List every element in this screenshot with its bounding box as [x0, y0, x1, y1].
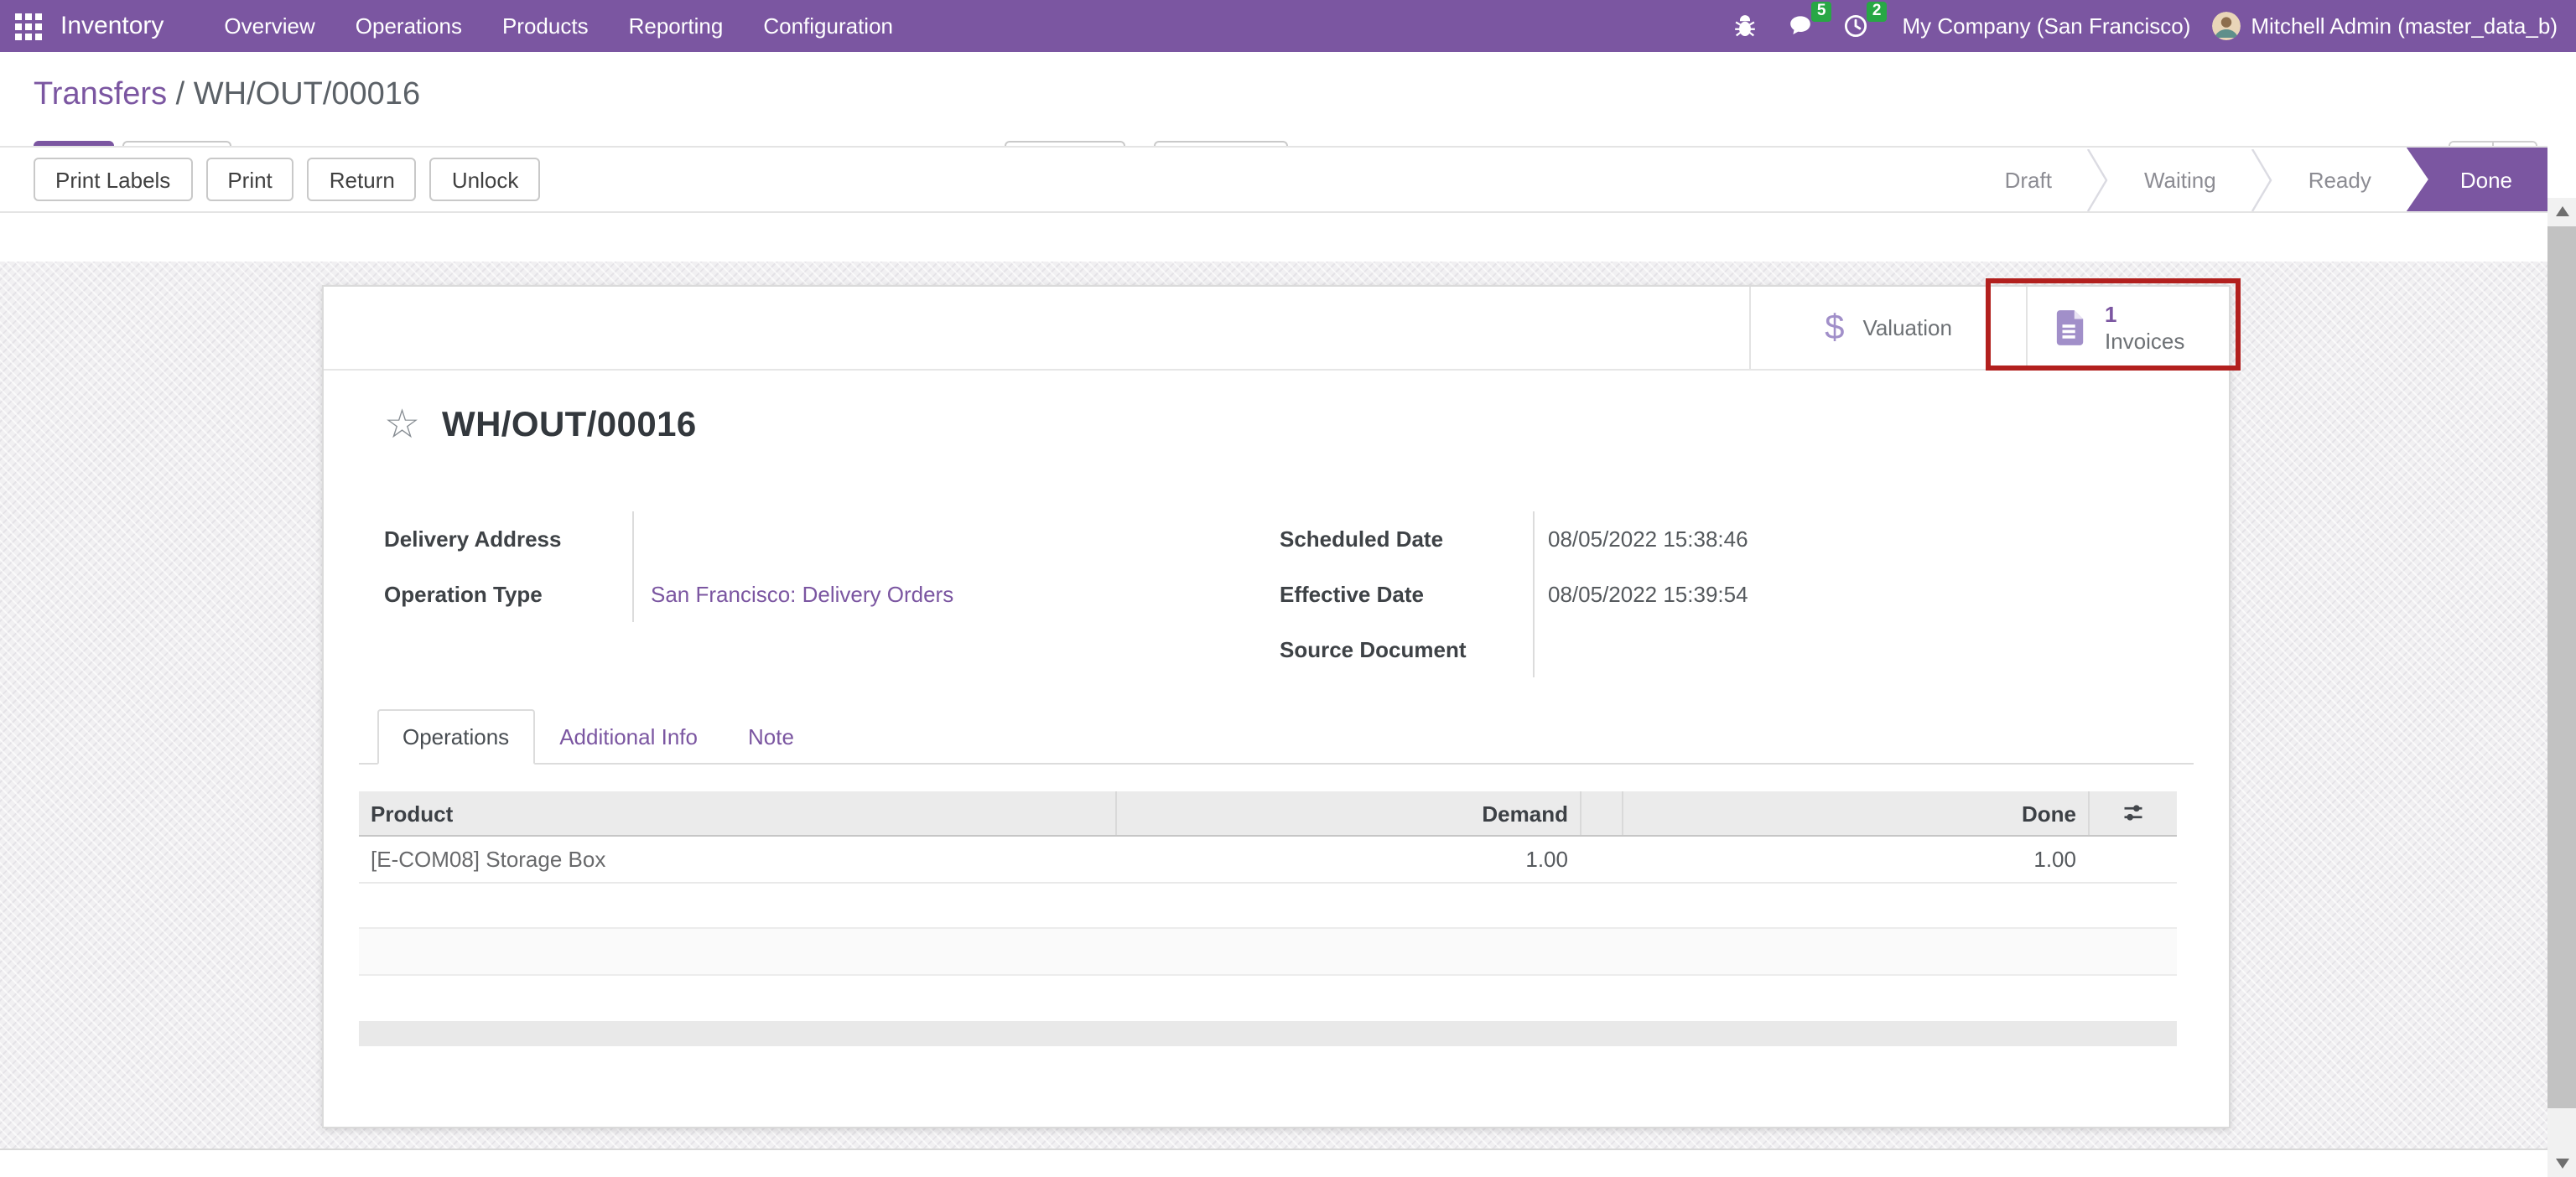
- optional-columns-sliders-icon[interactable]: [2088, 791, 2177, 835]
- top-navbar: Inventory Overview Operations Products R…: [0, 0, 2576, 52]
- form-sheet: $ Valuation 1: [322, 285, 2231, 1128]
- tab-strip: Operations Additional Info Note: [359, 709, 2194, 765]
- tab-note[interactable]: Note: [723, 709, 819, 765]
- record-title-row: ☆ WH/OUT/00016: [384, 406, 697, 446]
- stage-done-active[interactable]: Done: [2407, 148, 2547, 211]
- record-title: WH/OUT/00016: [442, 406, 697, 446]
- favorite-star-icon[interactable]: ☆: [384, 406, 420, 446]
- empty-list-row: [359, 884, 2177, 929]
- table-row[interactable]: [E-COM08] Storage Box 1.00 1.00: [359, 837, 2177, 884]
- notebook: Operations Additional Info Note Product …: [359, 709, 2194, 1046]
- user-menu[interactable]: Mitchell Admin (master_data_b): [2209, 0, 2576, 52]
- user-name: Mitchell Admin (master_data_b): [2251, 13, 2558, 39]
- valuation-label: Valuation: [1862, 315, 1952, 340]
- app-name-menu[interactable]: Inventory: [60, 12, 164, 40]
- effective-date-value: 08/05/2022 15:39:54: [1533, 567, 2034, 622]
- cell-demand: 1.00: [1115, 837, 1580, 882]
- field-row-scheduled-date: Scheduled Date 08/05/2022 15:38:46: [1280, 511, 2034, 567]
- menu-reporting[interactable]: Reporting: [609, 0, 744, 52]
- field-group-left: Delivery Address Operation Type San Fran…: [384, 511, 1239, 622]
- statusbar: Draft Waiting Ready Done: [1970, 148, 2547, 211]
- activities-clock-icon[interactable]: 2: [1828, 0, 1883, 52]
- column-header-product[interactable]: Product: [359, 791, 1115, 835]
- breadcrumb-parent-link[interactable]: Transfers: [34, 77, 167, 112]
- operations-list: Product Demand Done [E-COM08] Storage Bo…: [359, 791, 2177, 1046]
- field-label: Scheduled Date: [1280, 526, 1533, 552]
- bottom-strip: [0, 1148, 2547, 1177]
- stage-separator-icon: [2251, 148, 2273, 211]
- field-row-operation-type: Operation Type San Francisco: Delivery O…: [384, 567, 1239, 622]
- scrollbar-thumb[interactable]: [2547, 226, 2576, 1108]
- column-header-done[interactable]: Done: [1622, 791, 2088, 835]
- cell-icon-spacer: [2088, 837, 2177, 882]
- scrollbar-up-arrow[interactable]: [2547, 198, 2576, 225]
- vertical-scrollbar[interactable]: [2547, 198, 2576, 1177]
- form-statusbar-row: Print Labels Print Return Unlock Draft W…: [0, 146, 2547, 213]
- return-button[interactable]: Return: [308, 158, 417, 201]
- company-switcher[interactable]: My Company (San Francisco): [1883, 0, 2209, 52]
- print-document-button[interactable]: Print: [205, 158, 293, 201]
- workflow-buttons: Print Labels Print Return Unlock: [34, 158, 540, 201]
- menu-overview[interactable]: Overview: [204, 0, 335, 52]
- field-row-source-document: Source Document: [1280, 622, 2034, 677]
- tab-additional-info[interactable]: Additional Info: [534, 709, 723, 765]
- breadcrumb-separator: /: [176, 77, 185, 112]
- list-header-row: Product Demand Done: [359, 791, 2177, 837]
- annotation-highlight-rectangle: [1986, 278, 2241, 371]
- field-label: Delivery Address: [384, 526, 632, 552]
- list-bottom-bar: [359, 1021, 2177, 1046]
- menu-products[interactable]: Products: [482, 0, 609, 52]
- tab-operations[interactable]: Operations: [377, 709, 534, 765]
- menu-operations[interactable]: Operations: [335, 0, 482, 52]
- dollar-icon: $: [1825, 308, 1844, 348]
- empty-list-row-striped: [359, 929, 2177, 976]
- breadcrumb: Transfers / WH/OUT/00016: [34, 77, 420, 114]
- field-group-right: Scheduled Date 08/05/2022 15:38:46 Effec…: [1280, 511, 2034, 677]
- scrollbar-down-arrow[interactable]: [2547, 1150, 2576, 1177]
- cell-blank: [1580, 837, 1622, 882]
- source-document-value: [1533, 622, 2034, 677]
- field-label: Effective Date: [1280, 582, 1533, 607]
- apps-menu-icon[interactable]: [0, 0, 57, 52]
- button-box-divider: [324, 369, 2229, 371]
- column-header-blank: [1580, 791, 1622, 835]
- app-window: Inventory Overview Operations Products R…: [0, 0, 2576, 1177]
- stage-separator-icon: [2087, 148, 2109, 211]
- field-label: Source Document: [1280, 637, 1533, 662]
- menu-configuration[interactable]: Configuration: [743, 0, 913, 52]
- breadcrumb-current: WH/OUT/00016: [194, 77, 420, 112]
- activities-badge: 2: [1867, 2, 1888, 22]
- column-header-demand[interactable]: Demand: [1115, 791, 1580, 835]
- content-background: $ Valuation 1: [0, 262, 2547, 1148]
- operation-type-link[interactable]: San Francisco: Delivery Orders: [651, 582, 953, 607]
- systray: 5 2 My Company (San Francisco) Mitchell …: [1717, 0, 2576, 52]
- scheduled-date-value: 08/05/2022 15:38:46: [1533, 511, 2034, 567]
- messages-icon[interactable]: 5: [1773, 0, 1828, 52]
- field-label: Operation Type: [384, 582, 632, 607]
- stage-ready[interactable]: Ready: [2273, 148, 2407, 211]
- unlock-button[interactable]: Unlock: [430, 158, 541, 201]
- stage-draft[interactable]: Draft: [1970, 148, 2087, 211]
- field-row-effective-date: Effective Date 08/05/2022 15:39:54: [1280, 567, 2034, 622]
- debug-bug-icon[interactable]: [1717, 0, 1773, 52]
- cell-done: 1.00: [1622, 837, 2088, 882]
- delivery-address-value[interactable]: [632, 511, 1239, 567]
- print-labels-button[interactable]: Print Labels: [34, 158, 192, 201]
- valuation-smart-button[interactable]: $ Valuation: [1749, 287, 2026, 369]
- stage-waiting[interactable]: Waiting: [2109, 148, 2251, 211]
- field-row-delivery-address: Delivery Address: [384, 511, 1239, 567]
- cell-product: [E-COM08] Storage Box: [359, 837, 1115, 882]
- user-avatar: [2212, 12, 2241, 40]
